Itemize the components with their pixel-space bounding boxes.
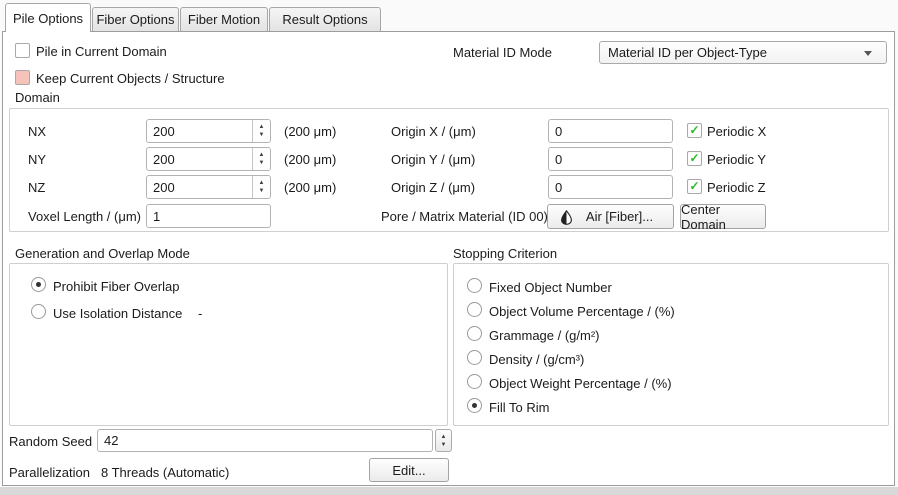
- origin-y-label: Origin Y / (μm): [391, 152, 476, 167]
- tab-result-options[interactable]: Result Options: [269, 7, 381, 31]
- pile-options-panel: Pile in Current Domain Material ID Mode …: [2, 31, 895, 486]
- keep-current-objects-label: Keep Current Objects / Structure: [36, 71, 225, 86]
- radio-object-weight-percentage[interactable]: [467, 374, 482, 389]
- periodic-x-checkbox[interactable]: ✓: [687, 123, 702, 138]
- periodic-z-checkbox[interactable]: ✓: [687, 179, 702, 194]
- radio-fill-to-rim-label: Fill To Rim: [489, 400, 550, 415]
- radio-object-volume-percentage[interactable]: [467, 302, 482, 317]
- pile-options-dialog: Pile Options Fiber Options Fiber Motion …: [0, 0, 898, 495]
- parallelization-label: Parallelization: [9, 465, 90, 480]
- ny-size-hint: (200 μm): [284, 152, 337, 167]
- radio-use-isolation-distance-label: Use Isolation Distance: [53, 306, 183, 321]
- origin-x-input[interactable]: [548, 119, 673, 143]
- tab-label: Fiber Options: [96, 12, 175, 27]
- periodic-z-label: Periodic Z: [707, 180, 766, 195]
- nx-size-hint: (200 μm): [284, 124, 337, 139]
- spin-up-icon[interactable]: ▲: [441, 434, 447, 440]
- tab-fiber-options[interactable]: Fiber Options: [92, 7, 179, 31]
- tab-pile-options[interactable]: Pile Options: [5, 3, 91, 32]
- spin-down-icon[interactable]: ▼: [259, 132, 265, 138]
- tab-label: Pile Options: [12, 10, 84, 26]
- radio-fixed-object-number-label: Fixed Object Number: [489, 280, 612, 295]
- edit-button-label: Edit...: [392, 462, 426, 478]
- origin-y-input[interactable]: [548, 147, 673, 171]
- spin-up-icon[interactable]: ▲: [259, 180, 265, 186]
- nz-spinner-buttons[interactable]: ▲ ▼: [252, 176, 270, 198]
- random-seed-spinner-buttons[interactable]: ▲ ▼: [435, 429, 452, 452]
- spin-down-icon[interactable]: ▼: [441, 442, 447, 448]
- dropdown-arrow-icon: [864, 51, 872, 56]
- radio-prohibit-fiber-overlap-label: Prohibit Fiber Overlap: [53, 279, 180, 294]
- spin-up-icon[interactable]: ▲: [259, 152, 265, 158]
- dialog-bottom-margin: [0, 487, 898, 495]
- pile-in-current-domain-label: Pile in Current Domain: [36, 44, 167, 59]
- pore-material-button[interactable]: Air [Fiber]...: [547, 204, 674, 229]
- ny-label: NY: [28, 152, 47, 167]
- origin-x-label: Origin X / (μm): [391, 124, 476, 139]
- domain-group-title: Domain: [15, 90, 60, 105]
- ny-spinner-buttons[interactable]: ▲ ▼: [252, 148, 270, 170]
- voxel-length-label: Voxel Length / (μm): [28, 209, 141, 224]
- periodic-y-label: Periodic Y: [707, 152, 767, 167]
- pore-matrix-material-label: Pore / Matrix Material (ID 00): [381, 209, 548, 224]
- nx-label: NX: [28, 124, 47, 139]
- nz-label: NZ: [28, 180, 46, 195]
- radio-dot: [36, 282, 41, 287]
- pore-material-button-label: Air [Fiber]...: [585, 209, 654, 224]
- pile-in-current-domain-checkbox[interactable]: [15, 43, 30, 58]
- center-domain-button-label: Center Domain: [681, 201, 726, 232]
- parallelization-edit-button[interactable]: Edit...: [369, 458, 449, 482]
- droplet-icon: [561, 210, 572, 225]
- center-domain-button[interactable]: Center Domain: [680, 201, 766, 232]
- nx-input[interactable]: [147, 120, 252, 142]
- radio-object-weight-percentage-label: Object Weight Percentage / (%): [489, 376, 672, 391]
- material-id-mode-label: Material ID Mode: [453, 45, 552, 60]
- material-id-mode-value: Material ID per Object-Type: [608, 45, 767, 60]
- random-seed-input[interactable]: [97, 429, 433, 452]
- radio-grammage[interactable]: [467, 326, 482, 341]
- tab-label: Result Options: [282, 12, 368, 27]
- checkmark-icon: ✓: [689, 179, 700, 193]
- radio-dot: [472, 403, 477, 408]
- spin-down-icon[interactable]: ▼: [259, 160, 265, 166]
- checkmark-icon: ✓: [689, 123, 700, 137]
- nz-input[interactable]: [147, 176, 252, 198]
- tab-fiber-motion[interactable]: Fiber Motion: [180, 7, 268, 31]
- periodic-x-label: Periodic X: [707, 124, 767, 139]
- nx-spinbox[interactable]: ▲ ▼: [146, 119, 271, 143]
- isolation-distance-value: -: [198, 306, 203, 321]
- radio-density[interactable]: [467, 350, 482, 365]
- origin-z-input[interactable]: [548, 175, 673, 199]
- radio-prohibit-fiber-overlap[interactable]: [31, 277, 46, 292]
- nz-spinbox[interactable]: ▲ ▼: [146, 175, 271, 199]
- nz-size-hint: (200 μm): [284, 180, 337, 195]
- tab-label: Fiber Motion: [187, 12, 261, 27]
- checkmark-icon: ✓: [689, 151, 700, 165]
- ny-spinbox[interactable]: ▲ ▼: [146, 147, 271, 171]
- radio-fill-to-rim[interactable]: [467, 398, 482, 413]
- radio-density-label: Density / (g/cm³): [489, 352, 585, 367]
- radio-use-isolation-distance[interactable]: [31, 304, 46, 319]
- spin-up-icon[interactable]: ▲: [259, 124, 265, 130]
- radio-object-volume-percentage-label: Object Volume Percentage / (%): [489, 304, 675, 319]
- voxel-length-input[interactable]: [146, 204, 271, 228]
- stopping-group-title: Stopping Criterion: [453, 246, 558, 261]
- radio-grammage-label: Grammage / (g/m²): [489, 328, 600, 343]
- ny-input[interactable]: [147, 148, 252, 170]
- random-seed-label: Random Seed: [9, 434, 93, 449]
- periodic-y-checkbox[interactable]: ✓: [687, 151, 702, 166]
- spin-down-icon[interactable]: ▼: [259, 188, 265, 194]
- generation-group-title: Generation and Overlap Mode: [15, 246, 190, 261]
- parallelization-value: 8 Threads (Automatic): [101, 465, 230, 480]
- nx-spinner-buttons[interactable]: ▲ ▼: [252, 120, 270, 142]
- radio-fixed-object-number[interactable]: [467, 278, 482, 293]
- material-id-mode-dropdown[interactable]: Material ID per Object-Type: [599, 41, 887, 64]
- keep-current-objects-checkbox[interactable]: [15, 70, 30, 85]
- origin-z-label: Origin Z / (μm): [391, 180, 476, 195]
